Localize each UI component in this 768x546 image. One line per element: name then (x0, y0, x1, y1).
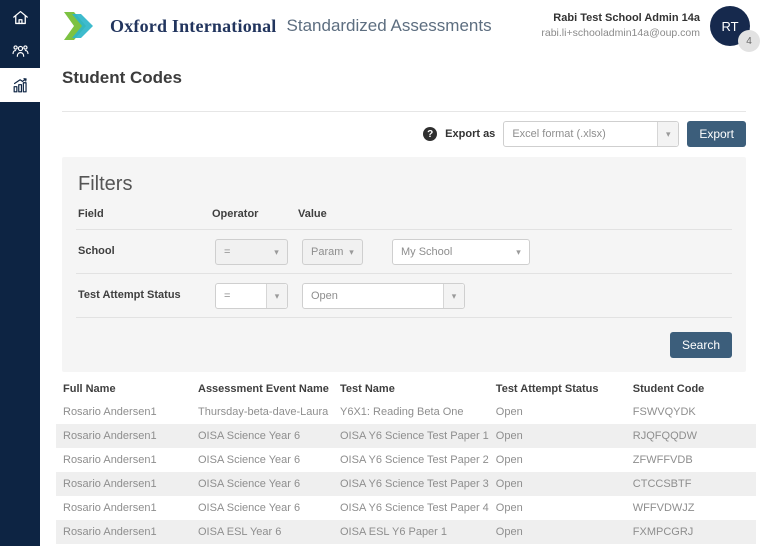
app-header: Oxford International Standardized Assess… (40, 0, 768, 52)
sidebar (0, 0, 40, 546)
table-cell: RJQFQQDW (626, 424, 756, 448)
table-cell: Rosario Andersen1 (56, 400, 191, 424)
sidebar-item-home[interactable] (0, 0, 40, 34)
table-cell: Open (489, 424, 626, 448)
filters-title: Filters (78, 173, 732, 196)
status-value-select[interactable]: Open ▾ (302, 283, 465, 309)
column-header-full-name: Full Name (56, 377, 191, 400)
bar-chart-icon (11, 76, 30, 95)
table-row: Rosario Andersen1 Thursday-beta-dave-Lau… (56, 400, 756, 424)
brand-logo-icon (62, 9, 102, 43)
table-cell: Y6X1: Reading Beta One (333, 400, 489, 424)
status-operator-select[interactable]: = ▾ (215, 283, 288, 309)
filters-panel: Filters Field Operator Value School = ▾ … (62, 157, 746, 372)
table-cell: Rosario Andersen1 (56, 448, 191, 472)
column-header-test-attempt-status: Test Attempt Status (489, 377, 626, 400)
student-codes-table: Full Name Assessment Event Name Test Nam… (56, 377, 756, 546)
column-header-student-code: Student Code (626, 377, 756, 400)
help-icon[interactable]: ? (423, 127, 437, 141)
search-button[interactable]: Search (670, 332, 732, 358)
table-row: Rosario Andersen1 OISA Science Year 6 OI… (56, 448, 756, 472)
school-value-select[interactable]: My School ▾ (392, 239, 530, 265)
user-name: Rabi Test School Admin 14a (541, 11, 700, 26)
brand-primary-text: Oxford International (110, 16, 277, 37)
table-cell: Open (489, 472, 626, 496)
table-cell: Rosario Andersen1 (56, 424, 191, 448)
table-cell: OISA Y6 Science Test Paper 2 (333, 448, 489, 472)
table-cell: ZFWFFVDB (626, 448, 756, 472)
export-as-label: Export as (445, 128, 495, 140)
filter-field-label: Test Attempt Status (78, 289, 181, 301)
table-cell: FXMPCGRJ (626, 520, 756, 544)
user-email: rabi.li+schooladmin14a@oup.com (541, 26, 700, 40)
filter-row-school: School = ▾ Param ▾ My School ▾ (76, 230, 732, 274)
table-cell: Open (489, 520, 626, 544)
user-info: Rabi Test School Admin 14a rabi.li+schoo… (541, 2, 754, 50)
home-icon (11, 8, 30, 27)
sidebar-item-reports[interactable] (0, 68, 40, 102)
field-column-label: Field (78, 208, 104, 220)
table-cell: Rosario Andersen1 (56, 496, 191, 520)
table-cell: OISA Y6 Science Test Paper 1 (333, 424, 489, 448)
content-card: ? Export as Excel format (.xlsx) ▾ Expor… (62, 111, 746, 372)
table-cell: FSWVQYDK (626, 400, 756, 424)
page-title: Student Codes (62, 68, 768, 88)
table-row: Rosario Andersen1 OISA Science Year 6 OI… (56, 472, 756, 496)
school-param-select[interactable]: Param ▾ (302, 239, 363, 265)
table-cell: Open (489, 496, 626, 520)
main-content: Student Codes ? Export as Excel format (… (40, 68, 768, 546)
notification-badge[interactable]: 4 (738, 30, 760, 52)
table-row: Rosario Andersen1 OISA ESL Year 6 OISA E… (56, 520, 756, 544)
export-row: ? Export as Excel format (.xlsx) ▾ Expor… (62, 121, 746, 147)
table-cell: OISA Science Year 6 (191, 448, 333, 472)
chevron-down-icon: ▾ (443, 284, 464, 308)
export-button[interactable]: Export (687, 121, 746, 147)
sidebar-item-users[interactable] (0, 34, 40, 68)
table-cell: Open (489, 400, 626, 424)
table-cell: Open (489, 448, 626, 472)
value-column-label: Value (298, 208, 327, 220)
table-cell: Rosario Andersen1 (56, 472, 191, 496)
table-cell: Thursday-beta-dave-Laura (191, 400, 333, 424)
brand: Oxford International Standardized Assess… (62, 9, 492, 43)
brand-secondary-text: Standardized Assessments (287, 16, 492, 36)
export-format-select[interactable]: Excel format (.xlsx) ▾ (503, 121, 679, 147)
table-cell: OISA Science Year 6 (191, 496, 333, 520)
table-cell: OISA ESL Year 6 (191, 520, 333, 544)
users-icon (11, 42, 30, 61)
table-row: Rosario Andersen1 OISA Science Year 6 OI… (56, 424, 756, 448)
filter-row-test-attempt-status: Test Attempt Status = ▾ Open ▾ (76, 274, 732, 318)
table-cell: CTCCSBTF (626, 472, 756, 496)
table-cell: OISA Y6 Science Test Paper 4 (333, 496, 489, 520)
chevron-down-icon: ▾ (266, 240, 287, 264)
table-cell: WFFVDWJZ (626, 496, 756, 520)
chevron-down-icon: ▾ (266, 284, 287, 308)
table-header-row: Full Name Assessment Event Name Test Nam… (56, 377, 756, 400)
table-cell: OISA Science Year 6 (191, 472, 333, 496)
chevron-down-icon: ▾ (508, 240, 529, 264)
school-operator-select[interactable]: = ▾ (215, 239, 288, 265)
operator-column-label: Operator (212, 208, 258, 220)
chevron-down-icon: ▾ (341, 240, 362, 264)
filters-header-row: Field Operator Value (76, 208, 732, 230)
table-cell: OISA ESL Y6 Paper 1 (333, 520, 489, 544)
table-cell: OISA Y6 Science Test Paper 3 (333, 472, 489, 496)
filter-field-label: School (78, 245, 115, 257)
chevron-down-icon: ▾ (657, 122, 678, 146)
table-cell: Rosario Andersen1 (56, 520, 191, 544)
table-cell: OISA Science Year 6 (191, 424, 333, 448)
column-header-assessment-event-name: Assessment Event Name (191, 377, 333, 400)
table-row: Rosario Andersen1 OISA Science Year 6 OI… (56, 496, 756, 520)
column-header-test-name: Test Name (333, 377, 489, 400)
